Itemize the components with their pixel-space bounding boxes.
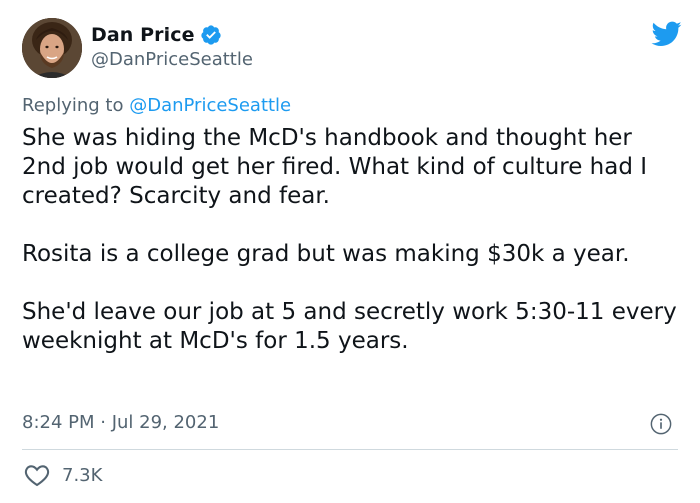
tweet-card: Dan Price @DanPriceSeattle Replying to @…	[0, 0, 700, 503]
display-name-row: Dan Price	[91, 22, 222, 48]
replying-to: Replying to @DanPriceSeattle	[22, 95, 291, 116]
reply-mention-link[interactable]: @DanPriceSeattle	[129, 95, 291, 116]
like-count: 7.3K	[62, 464, 103, 486]
heart-icon	[24, 463, 50, 487]
like-button[interactable]: 7.3K	[24, 463, 102, 487]
avatar[interactable]	[22, 18, 82, 78]
tweet-paragraph: She was hiding the McD's handbook and th…	[22, 125, 648, 209]
tweet-timestamp[interactable]: 8:24 PM · Jul 29, 2021	[22, 412, 219, 433]
divider	[22, 449, 678, 450]
twitter-bird-icon[interactable]	[650, 20, 682, 48]
replying-prefix: Replying to	[22, 95, 130, 116]
display-name[interactable]: Dan Price	[91, 24, 195, 46]
tweet-paragraph: Rosita is a college grad but was making …	[22, 241, 630, 267]
avatar-image	[22, 18, 82, 78]
info-icon[interactable]	[650, 413, 672, 435]
tweet-paragraph: She'd leave our job at 5 and secretly wo…	[22, 299, 677, 354]
tweet-body: She was hiding the McD's handbook and th…	[22, 124, 682, 385]
author-handle[interactable]: @DanPriceSeattle	[91, 49, 253, 70]
verified-badge-icon	[200, 24, 222, 46]
tweet-header: Dan Price @DanPriceSeattle	[22, 18, 682, 80]
